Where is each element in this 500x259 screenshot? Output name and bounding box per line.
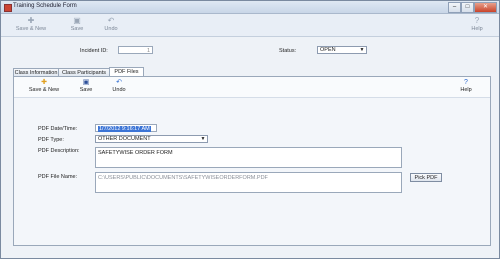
- status-label: Status:: [279, 48, 297, 54]
- panel-help-button[interactable]: ? Help: [448, 78, 484, 96]
- minimize-button[interactable]: –: [448, 2, 461, 13]
- status-select[interactable]: OPEN ▼: [317, 46, 367, 54]
- undo-icon: ↶: [116, 79, 122, 86]
- chevron-down-icon: ▼: [200, 136, 206, 142]
- pdf-date-label: PDF Date/Time:: [38, 126, 78, 132]
- pdf-file-name-label: PDF File Name:: [38, 174, 78, 180]
- pdf-date-field[interactable]: 1/7/2012 9:16:17 AM: [95, 124, 157, 132]
- help-icon: ?: [474, 16, 480, 25]
- save-icon: ▣: [82, 79, 90, 86]
- pdf-files-panel: ✚ Save & New ▣ Save ↶ Undo ? Help PDF Da…: [13, 76, 491, 246]
- pick-pdf-button[interactable]: Pick PDF: [410, 173, 442, 182]
- title-bar: Training Schedule Form – □ ✕: [1, 1, 499, 14]
- chevron-down-icon: ▼: [359, 47, 365, 53]
- save-new-icon: ✚: [41, 79, 47, 86]
- pdf-type-select[interactable]: OTHER DOCUMENT ▼: [95, 135, 208, 143]
- pdf-file-name-field[interactable]: C:\USERS\PUBLIC\DOCUMENTS\SAFETYWISEORDE…: [95, 172, 402, 193]
- incident-id-field[interactable]: 1: [118, 46, 153, 54]
- incident-id-label: Incident ID:: [80, 48, 108, 54]
- pdf-description-field[interactable]: SAFETYWISE ORDER FORM: [95, 147, 402, 168]
- panel-save-new-button[interactable]: ✚ Save & New: [26, 78, 62, 96]
- app-window: Training Schedule Form – □ ✕ ✚ Save & Ne…: [0, 0, 500, 259]
- panel-toolbar: ✚ Save & New ▣ Save ↶ Undo ? Help: [14, 77, 490, 98]
- pdf-type-label: PDF Type:: [38, 137, 64, 143]
- save-new-icon: ✚: [27, 16, 35, 25]
- help-button[interactable]: ? Help: [459, 14, 495, 36]
- save-button[interactable]: ▣ Save: [59, 14, 95, 36]
- undo-icon: ↶: [107, 16, 115, 25]
- undo-button[interactable]: ↶ Undo: [93, 14, 129, 36]
- maximize-button[interactable]: □: [461, 2, 474, 13]
- panel-undo-button[interactable]: ↶ Undo: [101, 78, 137, 96]
- save-icon: ▣: [73, 16, 81, 25]
- main-toolbar: ✚ Save & New ▣ Save ↶ Undo ? Help: [1, 14, 499, 37]
- window-title: Training Schedule Form: [13, 3, 77, 9]
- close-button[interactable]: ✕: [474, 2, 497, 13]
- panel-save-button[interactable]: ▣ Save: [68, 78, 104, 96]
- pdf-description-label: PDF Description:: [38, 148, 80, 154]
- help-icon: ?: [464, 79, 468, 86]
- save-new-button[interactable]: ✚ Save & New: [13, 14, 49, 36]
- app-icon: [4, 4, 12, 12]
